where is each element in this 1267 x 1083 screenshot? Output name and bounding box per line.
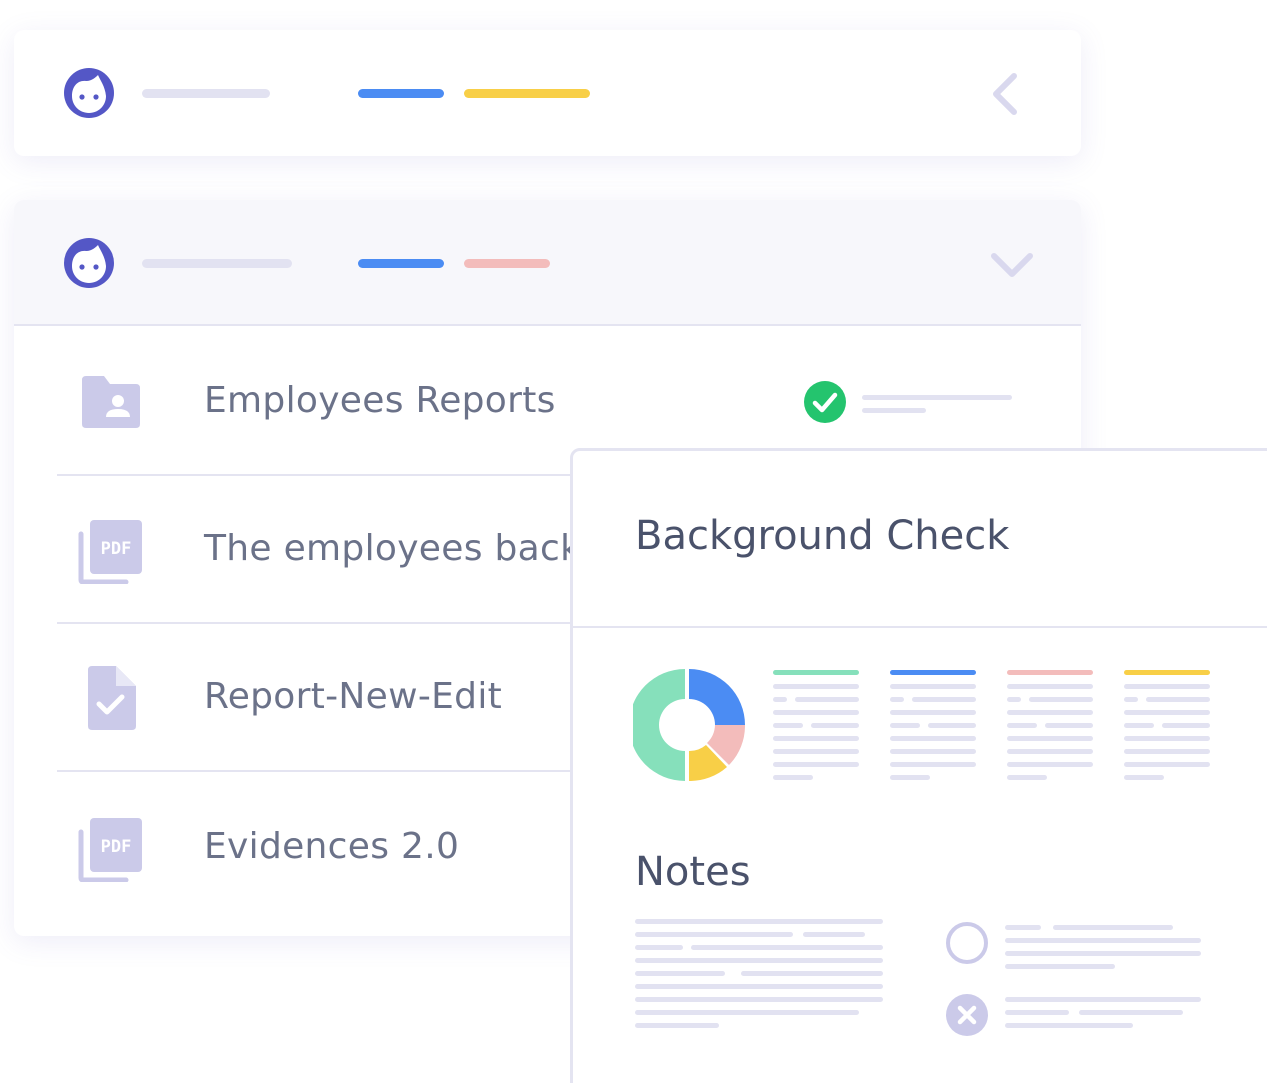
text-placeholder-line (635, 984, 883, 989)
text-placeholder-line (635, 1023, 719, 1028)
text-placeholder-line (1005, 1010, 1069, 1015)
svg-text:PDF: PDF (101, 539, 132, 559)
text-placeholder-line (811, 723, 859, 728)
panel-title: Background Check (635, 513, 1010, 559)
background-check-panel: Background Check Notes (570, 448, 1267, 1083)
text-placeholder-line (1005, 1023, 1133, 1028)
text-placeholder-line (1007, 723, 1037, 728)
text-placeholder-line (1005, 997, 1201, 1002)
text-placeholder-line (1124, 710, 1210, 715)
tag-yellow (464, 89, 590, 98)
text-placeholder-line (773, 736, 859, 741)
text-placeholder-line (773, 775, 813, 780)
document-check-icon (88, 666, 136, 730)
text-placeholder-line (890, 670, 976, 675)
tag-blue (358, 259, 444, 268)
file-name: Evidences 2.0 (204, 826, 460, 867)
text-placeholder-line (1124, 723, 1154, 728)
text-placeholder-line (1079, 1010, 1183, 1015)
text-placeholder-line (1005, 964, 1115, 969)
face-icon (64, 238, 114, 288)
text-placeholder-line (773, 762, 859, 767)
text-placeholder-line (890, 762, 976, 767)
text-placeholder-line (1146, 697, 1210, 702)
text-placeholder-line (890, 723, 920, 728)
tag-blue (358, 89, 444, 98)
tag-pink (464, 259, 550, 268)
text-placeholder-line (1124, 775, 1164, 780)
text-placeholder-line (1007, 749, 1093, 754)
file-name: Employees Reports (204, 380, 556, 421)
svg-text:PDF: PDF (101, 837, 132, 857)
text-placeholder-line (1007, 697, 1021, 702)
text-placeholder-line (773, 684, 859, 689)
text-placeholder-line (890, 775, 930, 780)
text-placeholder-line (890, 710, 976, 715)
name-placeholder (142, 259, 292, 268)
text-placeholder-line (635, 958, 883, 963)
status-placeholder (862, 395, 1012, 400)
candidate-card-collapsed[interactable] (14, 30, 1081, 156)
text-placeholder-line (773, 723, 803, 728)
text-placeholder-line (1124, 684, 1210, 689)
check-circle-icon (804, 381, 846, 423)
text-placeholder-line (773, 670, 859, 675)
text-placeholder-line (635, 932, 793, 937)
name-placeholder (142, 89, 270, 98)
chevron-down-icon[interactable] (988, 246, 1036, 282)
text-placeholder-line (1007, 736, 1093, 741)
text-placeholder-line (1124, 697, 1138, 702)
text-placeholder-line (1124, 670, 1210, 675)
text-placeholder-line (1045, 723, 1093, 728)
text-placeholder-line (1124, 762, 1210, 767)
close-circle-icon[interactable] (945, 993, 989, 1037)
text-placeholder-line (1007, 762, 1093, 767)
donut-chart-icon (633, 669, 745, 781)
panel-divider (573, 626, 1267, 628)
chevron-left-icon[interactable] (986, 70, 1022, 118)
text-placeholder-line (803, 932, 865, 937)
pdf-icon: PDF (78, 818, 142, 882)
text-placeholder-line (1124, 736, 1210, 741)
text-placeholder-line (912, 697, 976, 702)
text-placeholder-line (1029, 697, 1093, 702)
text-placeholder-line (773, 710, 859, 715)
text-placeholder-line (741, 971, 883, 976)
face-icon (64, 68, 114, 118)
text-placeholder-line (1007, 710, 1093, 715)
text-placeholder-line (890, 684, 976, 689)
text-placeholder-line (890, 697, 904, 702)
folder-user-icon (82, 376, 140, 428)
file-name: Report-New-Edit (204, 676, 503, 717)
text-placeholder-line (890, 749, 976, 754)
card-header[interactable] (14, 200, 1081, 326)
pdf-icon: PDF (78, 520, 142, 584)
text-placeholder-line (795, 697, 859, 702)
text-placeholder-line (635, 997, 883, 1002)
circle-outline-icon[interactable] (945, 921, 989, 965)
text-placeholder-line (1007, 775, 1047, 780)
text-placeholder-line (691, 945, 883, 950)
text-placeholder-line (635, 945, 683, 950)
text-placeholder-line (1007, 670, 1093, 675)
text-placeholder-line (1005, 925, 1041, 930)
status-placeholder (862, 408, 926, 413)
text-placeholder-line (1053, 925, 1173, 930)
text-placeholder-line (635, 971, 725, 976)
text-placeholder-line (773, 749, 859, 754)
text-placeholder-line (635, 919, 883, 924)
text-placeholder-line (635, 1010, 859, 1015)
text-placeholder-line (1162, 723, 1210, 728)
notes-title: Notes (635, 849, 751, 895)
text-placeholder-line (1005, 938, 1201, 943)
text-placeholder-line (773, 697, 787, 702)
text-placeholder-line (1053, 951, 1201, 956)
text-placeholder-line (1124, 749, 1210, 754)
text-placeholder-line (1007, 684, 1093, 689)
text-placeholder-line (890, 736, 976, 741)
text-placeholder-line (928, 723, 976, 728)
